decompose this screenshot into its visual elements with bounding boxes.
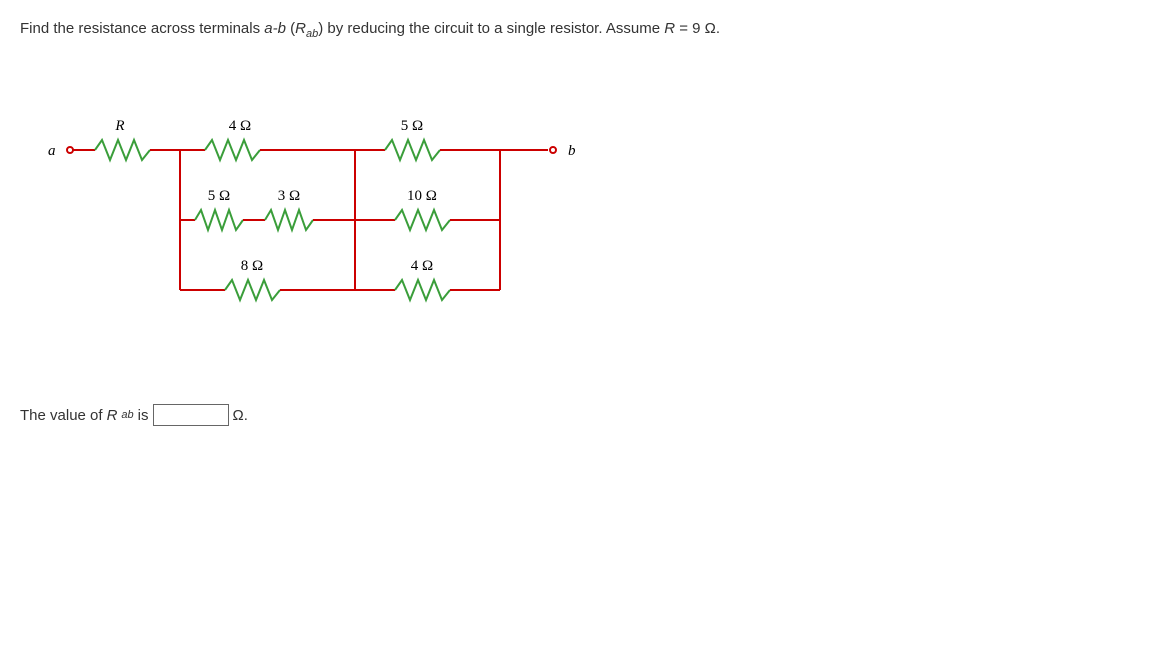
q-rab: R bbox=[295, 20, 306, 37]
ans-rab: R bbox=[107, 407, 118, 424]
res-4-top-label: 4 Ω bbox=[229, 118, 251, 134]
question-text: Find the resistance across terminals a-b… bbox=[20, 20, 1132, 40]
ans-pre: The value of bbox=[20, 407, 103, 424]
ans-unit: Ω. bbox=[233, 407, 248, 424]
q-rab-sub: ab bbox=[306, 28, 318, 40]
res-10-label: 10 Ω bbox=[407, 188, 437, 204]
q-unit: Ω. bbox=[701, 20, 721, 37]
q-rvar: R bbox=[664, 20, 675, 37]
ans-mid: is bbox=[138, 407, 149, 424]
circuit-diagram: a R 4 Ω 5 Ω b 5 Ω bbox=[40, 80, 1132, 354]
q-pre: Find the resistance across terminals bbox=[20, 20, 264, 37]
res-R-label: R bbox=[114, 118, 124, 134]
q-paren-open: ( bbox=[286, 20, 295, 37]
answer-line: The value of Rab is Ω. bbox=[20, 404, 1132, 426]
q-ab: a-b bbox=[264, 20, 286, 37]
terminal-a-label: a bbox=[48, 143, 56, 159]
q-eq: = bbox=[675, 20, 692, 37]
res-5-left-label: 5 Ω bbox=[208, 188, 230, 204]
q-mid: by reducing the circuit to a single resi… bbox=[323, 20, 664, 37]
answer-input[interactable] bbox=[153, 404, 229, 426]
res-8-label: 8 Ω bbox=[241, 258, 263, 274]
res-5-top-label: 5 Ω bbox=[401, 118, 423, 134]
terminal-b-label: b bbox=[568, 143, 576, 159]
q-rval: 9 bbox=[692, 20, 700, 37]
res-3-label: 3 Ω bbox=[278, 188, 300, 204]
res-4b-label: 4 Ω bbox=[411, 258, 433, 274]
ans-rab-sub: ab bbox=[121, 409, 133, 421]
